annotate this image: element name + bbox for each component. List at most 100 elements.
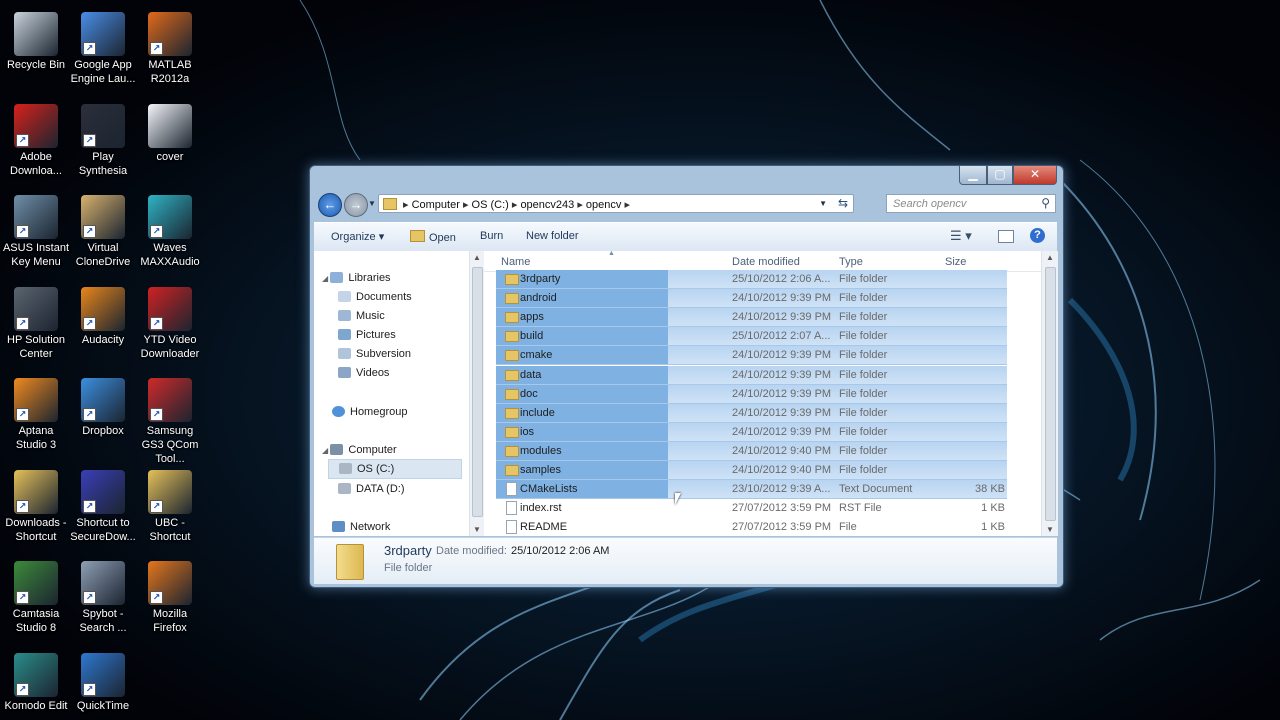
desktop-icon[interactable]: ↗ QuickTime [69, 652, 137, 713]
explorer-window[interactable]: ▁ ▢ ✕ ← → ▼ ▸ Computer ▸ OS (C:) ▸ openc… [309, 165, 1064, 588]
file-row[interactable]: samples 24/10/2012 9:40 PM File folder [496, 461, 1007, 480]
file-row[interactable]: index.rst 27/07/2012 3:59 PM RST File 1 KB [496, 499, 1007, 517]
file-row[interactable]: CMakeLists 23/10/2012 9:39 A... Text Docum… [496, 480, 1007, 500]
burn-button[interactable]: Burn [480, 230, 503, 242]
desktop-icon[interactable]: ↗ Samsung GS3 QCom Tool... [136, 378, 204, 466]
nav-music[interactable]: Music [338, 310, 385, 322]
recent-pages-dropdown-icon[interactable]: ▼ [368, 199, 376, 208]
desktop-icon[interactable]: ↗ Mozilla Firefox [136, 561, 204, 635]
view-options-icon[interactable]: ☰ ▾ [950, 228, 972, 244]
forward-button[interactable]: → [344, 193, 368, 217]
file-row[interactable]: build 25/10/2012 2:07 A... File folder [496, 327, 1007, 347]
breadcrumb-item[interactable]: Computer [412, 199, 460, 211]
nav-videos[interactable]: Videos [338, 367, 389, 379]
homegroup-icon [332, 406, 345, 417]
file-row[interactable]: android 24/10/2012 9:39 PM File folder [496, 289, 1007, 309]
scroll-down-icon[interactable]: ▼ [1046, 525, 1054, 534]
nav-drive-c[interactable]: OS (C:) [328, 459, 462, 479]
address-bar[interactable]: ▸ Computer ▸ OS (C:) ▸ opencv243 ▸ openc… [378, 194, 854, 213]
nav-computer[interactable]: ◢ Computer [322, 444, 397, 456]
desktop-icon[interactable]: ↗ Waves MAXXAudio [136, 195, 204, 269]
desktop-icon[interactable]: ↗ MATLAB R2012a [136, 12, 204, 86]
shortcut-arrow-icon: ↗ [150, 408, 163, 421]
desktop-icon[interactable]: ↗ Adobe Downloa... [2, 103, 70, 178]
address-dropdown-icon[interactable]: ▼ [819, 199, 827, 208]
file-date: 24/10/2012 9:39 PM [732, 368, 832, 381]
file-date: 24/10/2012 9:39 PM [732, 387, 832, 400]
camtasia-icon: ↗ [14, 561, 58, 605]
file-name: doc [520, 387, 538, 400]
refresh-icon[interactable]: ⇆ [838, 196, 848, 210]
file-row[interactable]: 3rdparty 25/10/2012 2:06 A... File folder [496, 270, 1007, 289]
desktop-icon[interactable]: ↗ Camtasia Studio 8 [2, 561, 70, 635]
desktop-icon[interactable]: ↗ Aptana Studio 3 [2, 378, 70, 452]
scroll-up-icon[interactable]: ▲ [1046, 253, 1054, 262]
nav-documents[interactable]: Documents [338, 291, 412, 303]
column-date[interactable]: Date modified [732, 256, 800, 268]
file-date: 24/10/2012 9:39 PM [732, 292, 832, 305]
desktop-icon[interactable]: ↗ Google App Engine Lau... [69, 12, 137, 86]
file-date: 23/10/2012 9:39 A... [732, 483, 831, 496]
file-row[interactable]: README 27/07/2012 3:59 PM File 1 KB [496, 518, 1007, 536]
file-row[interactable]: cmake 24/10/2012 9:39 PM File folder [496, 346, 1007, 366]
desktop-icon[interactable]: cover [136, 103, 204, 164]
breadcrumb-item[interactable]: OS (C:) [472, 199, 509, 211]
file-name: README [520, 521, 568, 534]
scroll-thumb[interactable] [1045, 267, 1056, 521]
file-name: modules [520, 444, 562, 457]
file-name: index.rst [520, 502, 562, 515]
desktop-icon[interactable]: ↗ YTD Video Downloader [136, 286, 204, 361]
file-row[interactable]: include 24/10/2012 9:39 PM File folder [496, 403, 1007, 423]
column-type[interactable]: Type [839, 256, 863, 268]
desktop-icon[interactable]: ↗ Audacity [69, 286, 137, 347]
breadcrumb-item[interactable]: opencv243 [520, 199, 574, 211]
file-row[interactable]: modules 24/10/2012 9:40 PM File folder [496, 441, 1007, 461]
desktop-icon[interactable]: ↗ HP Solution Center [2, 286, 70, 361]
nav-libraries[interactable]: ◢ Libraries [322, 272, 391, 284]
ytd-icon: ↗ [148, 286, 192, 331]
nav-subversion[interactable]: Subversion [338, 348, 411, 360]
desktop-icon-label: UBC - Shortcut [149, 516, 191, 543]
nav-network[interactable]: Network [332, 521, 390, 533]
maximize-button[interactable]: ▢ [987, 166, 1013, 185]
desktop-icon[interactable]: ↗ Virtual CloneDrive [69, 195, 137, 269]
desktop-icon[interactable]: ↗ UBC - Shortcut [136, 469, 204, 544]
minimize-button[interactable]: ▁ [959, 166, 987, 185]
open-button[interactable]: Open [410, 230, 456, 244]
desktop-icon[interactable]: ↗ Spybot - Search ... [69, 561, 137, 635]
scroll-down-icon[interactable]: ▼ [473, 525, 481, 534]
column-name[interactable]: Name [501, 256, 530, 268]
nav-pictures[interactable]: Pictures [338, 329, 396, 341]
new-folder-button[interactable]: New folder [526, 230, 579, 242]
search-input[interactable]: Search opencv ⚲ [886, 194, 1056, 213]
desktop-icon[interactable]: Recycle Bin [2, 12, 70, 72]
desktop-icon[interactable]: ↗ ASUS Instant Key Menu [2, 195, 70, 269]
file-row[interactable]: apps 24/10/2012 9:39 PM File folder [496, 308, 1007, 328]
close-button[interactable]: ✕ [1013, 166, 1057, 185]
file-row[interactable]: ios 24/10/2012 9:39 PM File folder [496, 422, 1007, 442]
back-button[interactable]: ← [318, 193, 342, 217]
desktop-icon[interactable]: ↗ Dropbox [69, 378, 137, 438]
scroll-thumb[interactable] [472, 267, 483, 517]
breadcrumb-item[interactable]: opencv [586, 199, 621, 211]
search-icon[interactable]: ⚲ [1041, 196, 1050, 210]
search-placeholder: Search opencv [893, 198, 967, 210]
desktop-icon[interactable]: ↗ Downloads - Shortcut [2, 469, 70, 544]
organize-button[interactable]: Organize ▾ [331, 230, 384, 243]
scroll-up-icon[interactable]: ▲ [473, 253, 481, 262]
nav-homegroup[interactable]: Homegroup [332, 406, 407, 418]
preview-pane-icon[interactable] [998, 230, 1014, 243]
desktop-icon[interactable]: ↗ Komodo Edit [2, 652, 70, 713]
help-icon[interactable]: ? [1030, 228, 1045, 243]
folder-icon [505, 312, 519, 324]
nav-scrollbar[interactable]: ▲ ▼ [469, 251, 484, 536]
file-row[interactable]: doc 24/10/2012 9:39 PM File folder [496, 384, 1007, 404]
file-row[interactable]: data 24/10/2012 9:39 PM File folder [496, 365, 1007, 385]
desktop-icon[interactable]: ↗ Shortcut to SecureDow... [69, 469, 137, 544]
shortcut-arrow-icon: ↗ [150, 316, 163, 330]
securedownload-icon: ↗ [81, 469, 125, 514]
nav-drive-d[interactable]: DATA (D:) [338, 483, 404, 495]
file-scrollbar[interactable]: ▲ ▼ [1041, 251, 1058, 536]
column-size[interactable]: Size [945, 256, 966, 268]
desktop-icon[interactable]: ↗ Play Synthesia [69, 103, 137, 178]
